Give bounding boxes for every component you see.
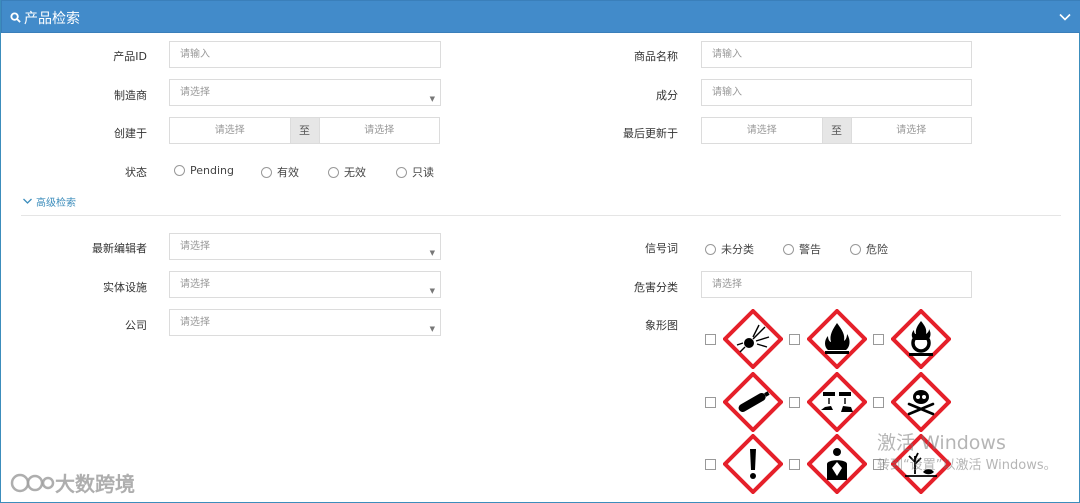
latest-editor-label: 最新编辑者 [92, 242, 147, 255]
radio-circle [261, 166, 272, 178]
radio-circle [850, 243, 861, 255]
skull-crossbones-icon [891, 372, 951, 432]
radio-label: 危险 [866, 243, 888, 256]
updated-date-range: 请选择 至 请选择 [701, 117, 972, 144]
radio-circle [396, 166, 407, 178]
status-radio-pending[interactable]: Pending [174, 164, 234, 177]
panel-title: 产品检索 [24, 11, 80, 27]
pictogram-checkbox-corrosive[interactable] [789, 397, 800, 408]
status-radio-invalid[interactable]: 无效 [328, 164, 366, 180]
pictogram-label: 象形图 [645, 319, 678, 332]
corrosion-icon [807, 372, 867, 432]
entity-facility-select[interactable]: 请选择 ▼ [169, 271, 441, 298]
radio-label: 未分类 [721, 243, 754, 256]
latest-editor-placeholder: 请选择 [180, 241, 210, 252]
latest-editor-select[interactable]: 请选择 ▼ [169, 233, 441, 260]
panel-header[interactable]: 产品检索 [1, 0, 1080, 33]
company-select[interactable]: 请选择 ▼ [169, 309, 441, 336]
pictogram-checkbox-health[interactable] [789, 459, 800, 470]
product-id-label: 产品ID [113, 50, 147, 63]
range-separator: 至 [821, 118, 852, 143]
radio-label: 警告 [799, 243, 821, 256]
created-date-range: 请选择 至 请选择 [169, 117, 440, 144]
ingredient-input[interactable]: 请输入 [701, 79, 972, 106]
created-to-input[interactable]: 请选择 [320, 118, 440, 143]
radio-circle [783, 243, 794, 255]
entity-facility-label: 实体设施 [103, 281, 147, 294]
radio-label: Pending [190, 164, 234, 177]
windows-activation-subtitle: 转到“设置”以激活 Windows。 [877, 458, 1057, 473]
caret-down-icon: ▼ [429, 249, 435, 257]
product-name-input[interactable]: 请输入 [701, 41, 972, 68]
gas-cylinder-icon [723, 372, 783, 432]
manufacturer-label: 制造商 [114, 89, 147, 102]
pictogram-checkbox-gas[interactable] [705, 397, 716, 408]
manufacturer-placeholder: 请选择 [180, 87, 210, 98]
radio-circle [174, 165, 185, 176]
exploding-bomb-icon [723, 309, 783, 369]
chevron-down-icon[interactable] [1059, 11, 1071, 23]
signal-radio-unclassified[interactable]: 未分类 [705, 241, 754, 257]
advanced-search-label: 高级检索 [36, 198, 76, 209]
section-divider [21, 215, 1061, 216]
caret-down-icon: ▼ [429, 95, 435, 103]
pictogram-checkbox-toxic[interactable] [873, 397, 884, 408]
ingredient-label: 成分 [656, 89, 678, 102]
hazard-class-select[interactable]: 请选择 [701, 271, 972, 298]
created-label: 创建于 [114, 127, 147, 140]
created-from-input[interactable]: 请选择 [170, 118, 290, 143]
signal-radio-danger[interactable]: 危险 [850, 241, 888, 257]
manufacturer-select[interactable]: 请选择 ▼ [169, 79, 441, 106]
product-id-input[interactable]: 请输入 [169, 41, 441, 68]
exclamation-mark-icon [723, 434, 783, 494]
company-placeholder: 请选择 [180, 317, 210, 328]
pictogram-checkbox-flammable[interactable] [789, 334, 800, 345]
brand-logo-text: 大数跨境 [55, 472, 135, 496]
pictogram-checkbox-irritant[interactable] [705, 459, 716, 470]
entity-facility-placeholder: 请选择 [180, 279, 210, 290]
advanced-search-toggle[interactable]: 高级检索 [23, 194, 76, 209]
radio-circle [705, 243, 716, 255]
updated-from-input[interactable]: 请选择 [702, 118, 822, 143]
flame-over-circle-icon [891, 309, 951, 369]
signal-radio-warning[interactable]: 警告 [783, 241, 821, 257]
health-hazard-icon [807, 434, 867, 494]
radio-label: 有效 [277, 166, 299, 179]
status-label: 状态 [125, 166, 147, 179]
signal-word-label: 信号词 [645, 242, 678, 255]
brand-logo-icon [10, 473, 55, 492]
company-label: 公司 [125, 319, 147, 332]
chevron-down-icon [23, 198, 32, 204]
search-icon [10, 12, 21, 23]
radio-label: 无效 [344, 166, 366, 179]
range-separator: 至 [289, 118, 320, 143]
status-radio-readonly[interactable]: 只读 [396, 164, 434, 180]
flame-icon [807, 309, 867, 369]
pictogram-checkbox-explosive[interactable] [705, 334, 716, 345]
radio-circle [328, 166, 339, 178]
radio-label: 只读 [412, 166, 434, 179]
brand-watermark: 大数跨境 [9, 468, 135, 497]
caret-down-icon: ▼ [429, 325, 435, 333]
product-search-panel: 产品检索 产品ID 请输入 商品名称 请输入 制造商 请选择 ▼ 成分 请输入 … [0, 0, 1080, 503]
pictogram-checkbox-oxidizing[interactable] [873, 334, 884, 345]
caret-down-icon: ▼ [429, 287, 435, 295]
hazard-class-label: 危害分类 [634, 281, 678, 294]
updated-label: 最后更新于 [623, 127, 678, 140]
product-name-label: 商品名称 [634, 50, 678, 63]
updated-to-input[interactable]: 请选择 [852, 118, 972, 143]
windows-activation-title: 激活 Windows [877, 432, 1006, 454]
status-radio-valid[interactable]: 有效 [261, 164, 299, 180]
